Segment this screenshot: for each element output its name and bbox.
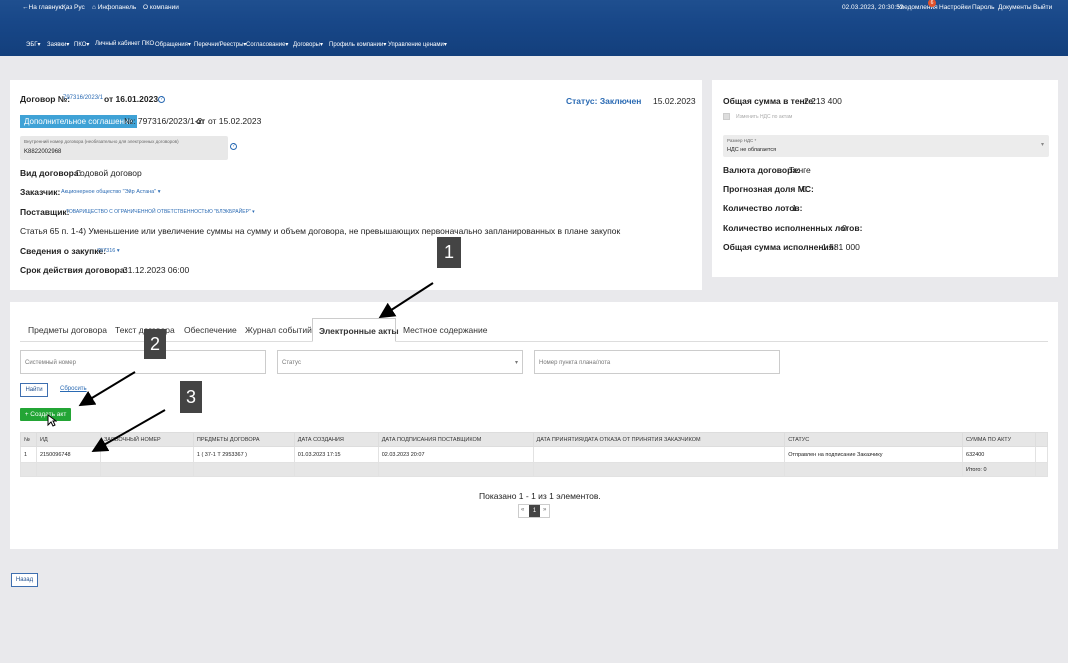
arrow-2 (78, 371, 136, 407)
callout-arrows (78, 282, 434, 452)
arrow-3 (91, 409, 166, 452)
arrow-1 (378, 282, 434, 319)
mouse-cursor-icon (47, 414, 57, 427)
